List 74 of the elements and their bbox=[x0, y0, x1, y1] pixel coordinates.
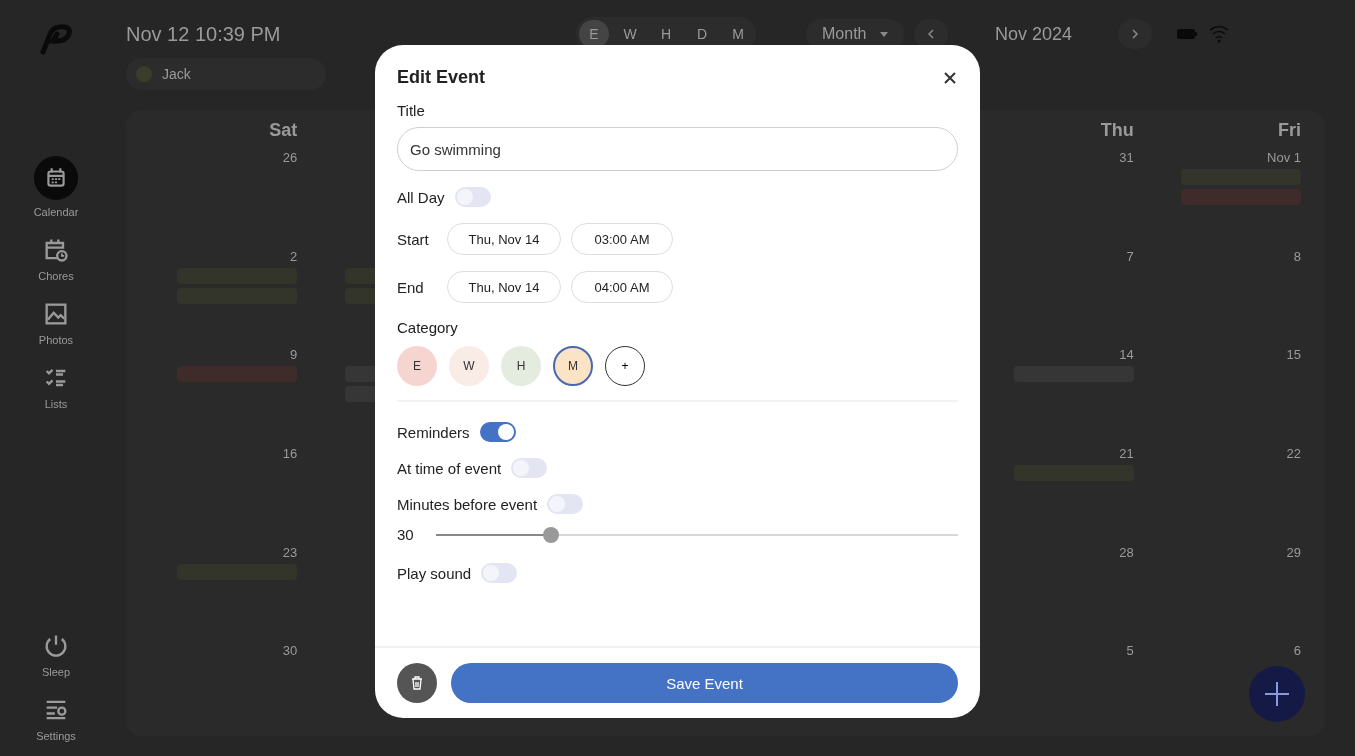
category-chip[interactable]: H bbox=[501, 346, 541, 386]
title-input[interactable]: Go swimming bbox=[397, 127, 958, 171]
day-number: 16 bbox=[282, 446, 298, 461]
save-event-button[interactable]: Save Event bbox=[451, 663, 958, 703]
add-event-button[interactable] bbox=[1249, 666, 1305, 722]
nav-item[interactable]: Lists bbox=[42, 364, 70, 410]
close-icon[interactable] bbox=[942, 69, 958, 86]
day-number: 22 bbox=[1286, 446, 1301, 461]
day-number: 5 bbox=[1126, 643, 1134, 659]
slider-thumb[interactable] bbox=[542, 526, 559, 543]
day-number: 29 bbox=[1286, 544, 1301, 560]
filter-tab[interactable]: D bbox=[687, 20, 717, 48]
field-label: Category bbox=[397, 319, 459, 336]
day-number: Nov 1 bbox=[1267, 150, 1301, 165]
weekday-header: Sat bbox=[269, 120, 298, 140]
weekday-header: Fri bbox=[1278, 120, 1301, 140]
day-number: 7 bbox=[1126, 248, 1134, 264]
filter-tab[interactable]: H bbox=[651, 20, 681, 48]
day-number: 21 bbox=[1119, 446, 1134, 461]
field-label: Play sound bbox=[397, 564, 472, 582]
toggle-switch[interactable] bbox=[479, 422, 516, 442]
day-number: 30 bbox=[282, 643, 298, 659]
filter-tab[interactable]: E bbox=[579, 20, 609, 48]
nav-item[interactable]: Settings bbox=[36, 696, 76, 742]
wifi-icon bbox=[1208, 25, 1231, 43]
field-label: Start bbox=[397, 230, 430, 248]
day-number: 23 bbox=[282, 544, 298, 560]
toggle-switch[interactable] bbox=[454, 187, 491, 207]
day-number: 31 bbox=[1119, 150, 1134, 165]
toggle-switch[interactable] bbox=[547, 494, 584, 514]
date-picker[interactable]: Thu, Nov 14 bbox=[447, 271, 561, 303]
date-picker[interactable]: Thu, Nov 14 bbox=[447, 223, 561, 255]
day-number: 9 bbox=[290, 347, 298, 363]
field-label: Minutes before event bbox=[397, 495, 538, 513]
chevron-right-icon bbox=[1131, 29, 1140, 39]
slider-value: 30 bbox=[397, 526, 414, 543]
field-label: Reminders bbox=[397, 423, 470, 441]
category-chip[interactable]: W bbox=[449, 346, 489, 386]
day-number: 15 bbox=[1286, 347, 1301, 363]
nav-item[interactable]: Photos bbox=[38, 300, 74, 346]
nav-item[interactable]: Sleep bbox=[36, 632, 76, 678]
category-chip[interactable]: M bbox=[553, 346, 593, 386]
next-month-button[interactable] bbox=[1118, 19, 1153, 49]
caret-icon bbox=[880, 31, 889, 37]
day-number: 28 bbox=[1119, 544, 1134, 560]
filter-tab[interactable]: W bbox=[615, 20, 645, 48]
profile-dropdown[interactable]: Jack bbox=[126, 58, 326, 90]
chevron-left-icon bbox=[927, 29, 936, 39]
day-number: 14 bbox=[1119, 347, 1134, 363]
time-picker[interactable]: 04:00 AM bbox=[571, 271, 673, 303]
day-number: 8 bbox=[1293, 248, 1301, 264]
nav-item[interactable]: Chores bbox=[38, 236, 74, 282]
trash-icon bbox=[410, 676, 424, 690]
field-label: Title bbox=[397, 102, 426, 119]
weekday-header: Thu bbox=[1100, 120, 1134, 140]
day-number: 2 bbox=[290, 248, 298, 264]
month-label: Nov 2024 bbox=[993, 23, 1073, 45]
toggle-switch[interactable] bbox=[481, 563, 518, 583]
category-chip[interactable]: E bbox=[397, 346, 437, 386]
nav-item[interactable]: Calendar bbox=[33, 156, 79, 218]
day-number: 26 bbox=[282, 150, 298, 165]
delete-button[interactable] bbox=[397, 663, 437, 703]
field-label: At time of event bbox=[397, 459, 502, 477]
day-number: 6 bbox=[1293, 643, 1301, 659]
calendar-icon bbox=[34, 156, 78, 200]
toggle-switch[interactable] bbox=[511, 458, 548, 478]
clock-text: Nov 12 10:39 PM bbox=[126, 22, 282, 46]
dialog-title: Edit Event bbox=[397, 67, 485, 88]
filter-tab[interactable]: M bbox=[723, 20, 753, 48]
time-picker[interactable]: 03:00 AM bbox=[571, 223, 673, 255]
add-category-button[interactable]: + bbox=[605, 346, 645, 386]
field-label: End bbox=[397, 278, 425, 296]
logo-icon bbox=[39, 22, 73, 56]
field-label: All Day bbox=[397, 188, 445, 206]
